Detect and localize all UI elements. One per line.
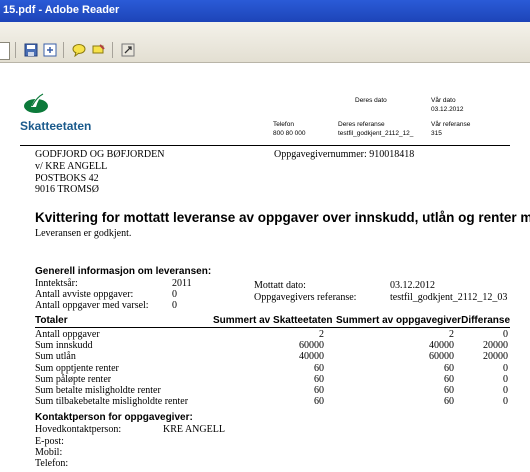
telefon-label: Telefon xyxy=(273,121,294,128)
logo-text: Skatteetaten xyxy=(20,119,92,133)
row-label: Sum tilbakebetalte misligholdte renter xyxy=(35,396,189,407)
var-dato-label: Vår dato xyxy=(431,97,456,104)
save-icon[interactable] xyxy=(24,43,38,57)
toolbar-separator xyxy=(63,42,64,58)
address-line-2: v/ KRE ANGELL xyxy=(35,161,108,172)
toolbar-separator xyxy=(15,42,16,58)
avviste-value: 0 xyxy=(172,289,177,300)
header-divider xyxy=(20,145,510,146)
expand-icon[interactable] xyxy=(121,43,135,57)
inntektsar-value: 2011 xyxy=(172,278,192,289)
general-info-heading: Generell informasjon om leveransen: xyxy=(35,266,212,277)
skatteetaten-logo-icon xyxy=(24,93,48,113)
row-differanse: 0 xyxy=(503,363,508,374)
pdf-page: Skatteetaten Deres dato Vår dato 03.12.2… xyxy=(0,63,530,472)
inntektsar-label: Inntektsår: xyxy=(35,278,78,289)
row-skatteetaten: 60000 xyxy=(299,340,324,351)
hovedkontakt-value: KRE ANGELL xyxy=(163,424,225,435)
row-skatteetaten: 40000 xyxy=(299,351,324,362)
status-text: Leveransen er godkjent. xyxy=(35,228,132,239)
row-skatteetaten: 2 xyxy=(319,329,324,340)
oppgavegivernummer: Oppgavegivernummer: 910018418 xyxy=(274,149,415,160)
mobil-label: Mobil: xyxy=(35,447,63,458)
comment-icon[interactable] xyxy=(72,43,86,57)
avviste-label: Antall avviste oppgaver: xyxy=(35,289,134,300)
telefon-value: 800 80 000 xyxy=(273,130,306,137)
page-title: Kvittering for mottatt leveranse av oppg… xyxy=(35,210,530,225)
window-title: 15.pdf - Adobe Reader xyxy=(3,4,120,16)
row-differanse: 20000 xyxy=(483,351,508,362)
row-label: Sum innskudd xyxy=(35,340,93,351)
var-referanse-value: 315 xyxy=(431,130,442,137)
row-skatteetaten: 60 xyxy=(314,374,324,385)
var-referanse-label: Vår referanse xyxy=(431,121,471,128)
table-header-differanse: Differanse xyxy=(461,315,510,326)
row-skatteetaten: 60 xyxy=(314,363,324,374)
epost-label: E-post: xyxy=(35,436,64,447)
varsel-label: Antall oppgaver med varsel: xyxy=(35,300,149,311)
var-dato-value: 03.12.2012 xyxy=(431,106,464,113)
row-label: Sum utlån xyxy=(35,351,76,362)
row-differanse: 0 xyxy=(503,329,508,340)
mottatt-value: 03.12.2012 xyxy=(390,280,435,291)
varsel-value: 0 xyxy=(172,300,177,311)
deres-dato-label: Deres dato xyxy=(355,97,387,104)
table-header-oppgavegiver: Summert av oppgavegiver xyxy=(336,315,462,326)
row-label: Sum påløpte renter xyxy=(35,374,112,385)
toolbar-overflow-handle[interactable] xyxy=(0,42,10,60)
table-header-totaler: Totaler xyxy=(35,315,68,326)
hovedkontakt-label: Hovedkontaktperson: xyxy=(35,424,122,435)
deres-referanse-value: testfil_godkjent_2112_12_ xyxy=(338,130,414,137)
row-differanse: 0 xyxy=(503,374,508,385)
toolbar-separator xyxy=(112,42,113,58)
contact-heading: Kontaktperson for oppgavegiver: xyxy=(35,412,193,423)
row-label: Sum opptjente renter xyxy=(35,363,119,374)
row-differanse: 0 xyxy=(503,385,508,396)
toolbar xyxy=(0,22,530,63)
table-header-skatteetaten: Summert av Skatteetaten xyxy=(213,315,333,326)
telefon-contact-label: Telefon: xyxy=(35,458,69,469)
export-icon[interactable] xyxy=(43,43,57,57)
referanse-value: testfil_godkjent_2112_12_03 xyxy=(390,292,508,303)
address-line-3: POSTBOKS 42 xyxy=(35,173,99,184)
table-header-divider xyxy=(35,327,510,328)
row-differanse: 0 xyxy=(503,396,508,407)
address-line-4: 9016 TROMSØ xyxy=(35,184,99,195)
mottatt-label: Mottatt dato: xyxy=(254,280,306,291)
deres-referanse-label: Deres referanse xyxy=(338,121,385,128)
referanse-label: Oppgavegivers referanse: xyxy=(254,292,357,303)
row-skatteetaten: 60 xyxy=(314,396,324,407)
row-label: Antall oppgaver xyxy=(35,329,100,340)
row-label: Sum betalte misligholdte renter xyxy=(35,385,161,396)
row-skatteetaten: 60 xyxy=(314,385,324,396)
address-line-1: GODFJORD OG BØFJORDEN xyxy=(35,149,165,160)
window-title-bar: 15.pdf - Adobe Reader xyxy=(0,0,530,22)
row-differanse: 20000 xyxy=(483,340,508,351)
highlight-icon[interactable] xyxy=(91,43,105,57)
